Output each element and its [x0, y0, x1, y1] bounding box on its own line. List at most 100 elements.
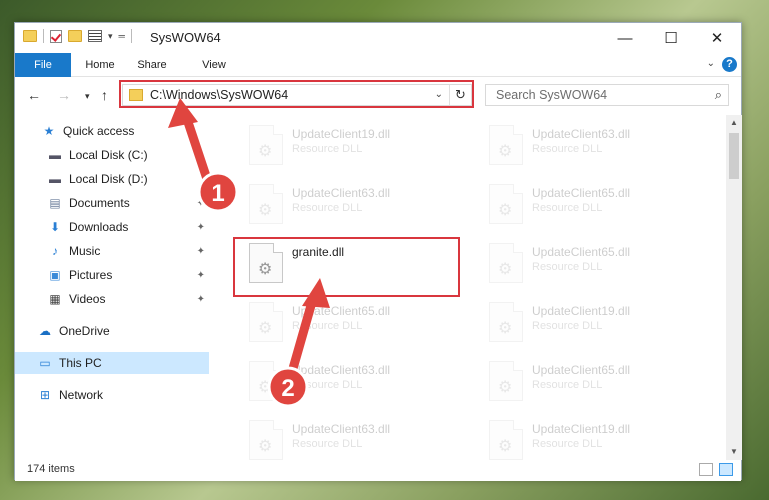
dll-file-icon: ⚙: [489, 361, 523, 401]
scroll-down-icon[interactable]: ▼: [726, 444, 742, 460]
file-name: UpdateClient63.dll: [292, 363, 391, 377]
tab-file[interactable]: File: [15, 53, 71, 77]
gear-icon: ⚙: [258, 202, 273, 219]
ribbon: File Home Share View ⌄ ?: [15, 53, 741, 77]
file-name: UpdateClient65.dll: [532, 245, 631, 259]
pin-icon[interactable]: ✦: [197, 270, 205, 281]
search-input[interactable]: Search SysWOW64 ⌕: [485, 84, 729, 106]
sidebar-item-videos[interactable]: ▦ Videos ✦: [15, 288, 209, 310]
sidebar-item-pictures[interactable]: ▣ Pictures ✦: [15, 264, 209, 286]
gear-icon: ⚙: [498, 261, 513, 278]
expand-ribbon-icon[interactable]: ⌄: [707, 58, 715, 69]
sidebar-item-label: Pictures: [69, 268, 113, 282]
file-type: Resource DLL: [292, 438, 363, 450]
file-tile[interactable]: ⚙ UpdateClient63.dll Resource DLL: [224, 178, 454, 230]
file-type: Resource DLL: [292, 202, 363, 214]
file-tile[interactable]: ⚙ UpdateClient65.dll Resource DLL: [224, 296, 454, 348]
gear-icon: ⚙: [258, 320, 273, 337]
sidebar-item-local-disk-c[interactable]: ▬ Local Disk (C:): [15, 144, 209, 166]
title-bar: ▾ ═ SysWOW64 — ☐ ✕: [15, 23, 741, 53]
dll-file-icon: ⚙: [249, 184, 283, 224]
file-name: UpdateClient19.dll: [292, 127, 391, 141]
scrollbar-thumb[interactable]: [729, 133, 739, 179]
cloud-icon: ☁: [39, 324, 51, 338]
address-highlight-box: [119, 80, 474, 108]
sidebar-item-label: This PC: [59, 356, 102, 370]
chevron-down-icon[interactable]: ▾: [108, 31, 113, 42]
sidebar-item-local-disk-d[interactable]: ▬ Local Disk (D:): [15, 168, 209, 190]
gear-icon: ⚙: [498, 202, 513, 219]
sidebar-item-onedrive[interactable]: ☁ OneDrive: [15, 320, 209, 342]
pictures-icon: ▣: [49, 268, 61, 282]
dll-file-icon: ⚙: [489, 302, 523, 342]
dll-file-icon: ⚙: [489, 184, 523, 224]
star-icon: ★: [43, 124, 55, 138]
sidebar-item-network[interactable]: ⊞ Network: [15, 384, 209, 406]
tab-home[interactable]: Home: [77, 53, 123, 77]
file-tile[interactable]: ⚙ UpdateClient65.dll Resource DLL: [464, 178, 694, 230]
vertical-scrollbar[interactable]: ▲ ▼: [726, 115, 742, 460]
file-type: Resource DLL: [292, 379, 363, 391]
tab-share[interactable]: Share: [127, 53, 177, 77]
new-folder-icon[interactable]: [68, 30, 82, 42]
tab-view[interactable]: View: [191, 53, 237, 77]
gear-icon: ⚙: [258, 438, 273, 455]
navigation-pane: ★ Quick access ▬ Local Disk (C:) ▬ Local…: [15, 115, 211, 460]
sidebar-item-quick-access[interactable]: ★ Quick access: [15, 120, 209, 142]
toolbar-separator: [130, 29, 132, 43]
help-icon[interactable]: ?: [722, 57, 737, 72]
sidebar-item-music[interactable]: ♪ Music ✦: [15, 240, 209, 262]
close-button[interactable]: ✕: [694, 23, 740, 53]
sidebar-item-downloads[interactable]: ⬇ Downloads ✦: [15, 216, 209, 238]
up-icon[interactable]: ↑: [101, 87, 108, 103]
folder-icon[interactable]: [23, 30, 37, 42]
file-tile[interactable]: ⚙ UpdateClient65.dll Resource DLL: [464, 355, 694, 407]
file-tile[interactable]: ⚙ UpdateClient19.dll Resource DLL: [464, 414, 694, 460]
computer-icon: ▭: [39, 356, 51, 370]
music-icon: ♪: [52, 244, 58, 258]
dll-file-icon: ⚙: [249, 302, 283, 342]
pin-icon[interactable]: ✦: [197, 222, 205, 233]
details-view-icon[interactable]: [699, 463, 713, 476]
pin-icon[interactable]: ✦: [197, 198, 205, 209]
file-type: Resource DLL: [532, 202, 603, 214]
back-icon[interactable]: ←: [27, 87, 41, 103]
documents-icon: ▤: [49, 196, 61, 210]
drive-icon: ▬: [49, 172, 61, 186]
sidebar-item-label: Local Disk (D:): [69, 172, 148, 186]
dll-file-icon: ⚙: [249, 125, 283, 165]
large-icons-view-icon[interactable]: [719, 463, 733, 476]
scroll-up-icon[interactable]: ▲: [726, 115, 742, 131]
window-title: SysWOW64: [150, 30, 221, 45]
sidebar-item-label: Network: [59, 388, 104, 402]
customize-toolbar-icon[interactable]: ═: [119, 31, 125, 41]
gear-icon: ⚙: [498, 438, 513, 455]
file-name: UpdateClient63.dll: [292, 186, 391, 200]
sidebar-item-label: Videos: [69, 292, 106, 306]
pin-icon[interactable]: ✦: [197, 294, 205, 305]
properties-icon[interactable]: [88, 30, 102, 42]
file-type: Resource DLL: [532, 379, 603, 391]
file-tile[interactable]: ⚙ UpdateClient19.dll Resource DLL: [224, 119, 454, 171]
file-tile[interactable]: ⚙ UpdateClient63.dll Resource DLL: [464, 119, 694, 171]
minimize-button[interactable]: —: [602, 23, 648, 53]
sidebar-item-documents[interactable]: ▤ Documents ✦: [15, 192, 209, 214]
maximize-button[interactable]: ☐: [648, 23, 694, 53]
sidebar-item-this-pc[interactable]: ▭ This PC: [15, 352, 209, 374]
recent-locations-icon[interactable]: ▾: [85, 91, 90, 102]
properties-check-icon[interactable]: [50, 29, 62, 43]
file-type: Resource DLL: [292, 320, 363, 332]
file-name: UpdateClient19.dll: [532, 304, 631, 318]
search-icon[interactable]: ⌕: [715, 87, 722, 103]
file-highlight-box: [233, 237, 460, 297]
file-tile[interactable]: ⚙ UpdateClient19.dll Resource DLL: [464, 296, 694, 348]
file-tile[interactable]: ⚙ UpdateClient63.dll Resource DLL: [224, 414, 454, 460]
file-tile[interactable]: ⚙ UpdateClient63.dll Resource DLL: [224, 355, 454, 407]
file-name: UpdateClient65.dll: [292, 304, 391, 318]
forward-icon[interactable]: →: [57, 87, 71, 103]
file-tile[interactable]: ⚙ UpdateClient65.dll Resource DLL: [464, 237, 694, 289]
file-name: UpdateClient65.dll: [532, 363, 631, 377]
gear-icon: ⚙: [498, 143, 513, 160]
pin-icon[interactable]: ✦: [197, 246, 205, 257]
dll-file-icon: ⚙: [249, 420, 283, 460]
